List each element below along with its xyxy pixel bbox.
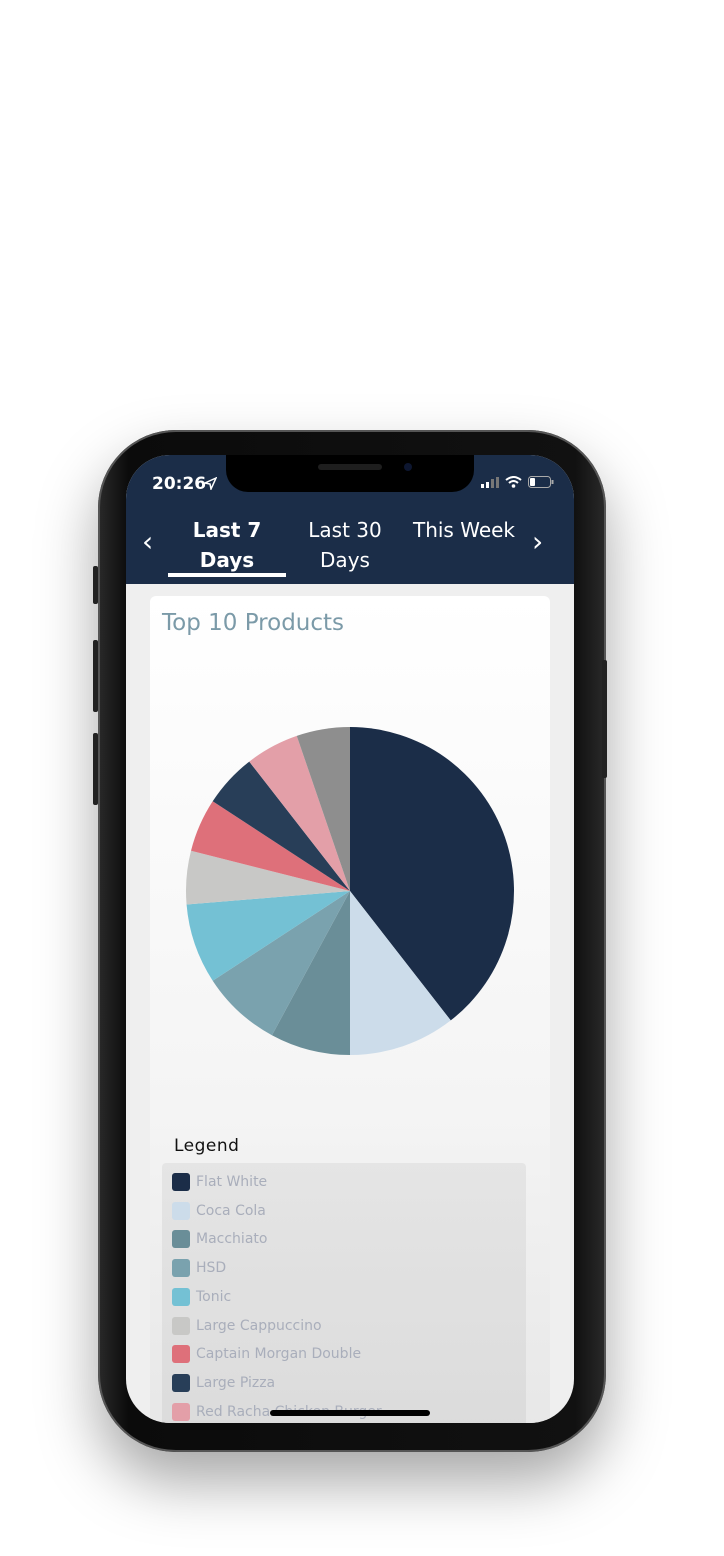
mute-switch [93, 566, 98, 604]
legend-swatch [172, 1402, 190, 1421]
legend-title: Legend [174, 1136, 240, 1156]
active-tab-indicator [168, 573, 286, 577]
status-icons [481, 476, 554, 488]
legend-swatch [172, 1230, 190, 1249]
notch [226, 455, 474, 492]
legend-item: Tonic [172, 1287, 231, 1307]
header: 20:26 ‹ Last 7 Days Last 30 Days This We… [126, 455, 574, 584]
legend-label: Tonic [196, 1288, 232, 1305]
tab-last-7-days[interactable]: Last 7 Days [167, 515, 287, 575]
legend-item: Large Cappuccino [172, 1316, 322, 1336]
cellular-signal-icon [481, 476, 499, 488]
legend-label: HSD [196, 1260, 227, 1277]
camera [404, 463, 412, 471]
legend-swatch [172, 1373, 190, 1392]
power-button [602, 660, 607, 778]
legend-item: Macchiato [172, 1229, 267, 1249]
legend-label: Large Pizza [196, 1374, 276, 1391]
legend-swatch [172, 1316, 190, 1335]
screen: 20:26 ‹ Last 7 Days Last 30 Days This We… [126, 455, 574, 1423]
volume-down-button [93, 733, 98, 805]
legend-item: Captain Morgan Double [172, 1344, 361, 1364]
volume-up-button [93, 640, 98, 712]
legend-swatch [172, 1173, 190, 1191]
legend-swatch [172, 1259, 190, 1278]
speaker [318, 464, 382, 470]
wifi-icon [505, 476, 522, 488]
legend-swatch [172, 1287, 190, 1306]
legend-label: Coca Cola [196, 1202, 266, 1219]
legend-label: Macchiato [196, 1231, 268, 1248]
tab-this-week[interactable]: This Week [404, 515, 524, 545]
legend-label: Captain Morgan Double [196, 1346, 362, 1363]
legend-item: HSD [172, 1258, 226, 1278]
legend: Flat White Coca Cola Macchiato HSD Tonic Larg… [162, 1163, 526, 1423]
legend-label: Large Cappuccino [196, 1317, 322, 1334]
top-products-card: Top 10 Products Legend Flat White Coca Co… [150, 596, 550, 1423]
tab-last-30-days[interactable]: Last 30 Days [285, 515, 405, 575]
legend-swatch [172, 1201, 190, 1220]
chevron-right-icon[interactable]: › [532, 525, 543, 558]
home-indicator[interactable] [270, 1410, 430, 1416]
legend-item: Large Pizza [172, 1373, 275, 1393]
legend-item: Flat White [172, 1172, 267, 1192]
legend-swatch [172, 1345, 190, 1364]
legend-label: Flat White [196, 1174, 268, 1190]
pie-chart [186, 727, 514, 1055]
status-time: 20:26 [152, 474, 207, 494]
battery-low-icon [528, 476, 554, 488]
location-arrow-icon [204, 477, 217, 490]
chevron-left-icon[interactable]: ‹ [142, 525, 153, 558]
legend-item: Coca Cola [172, 1201, 266, 1221]
